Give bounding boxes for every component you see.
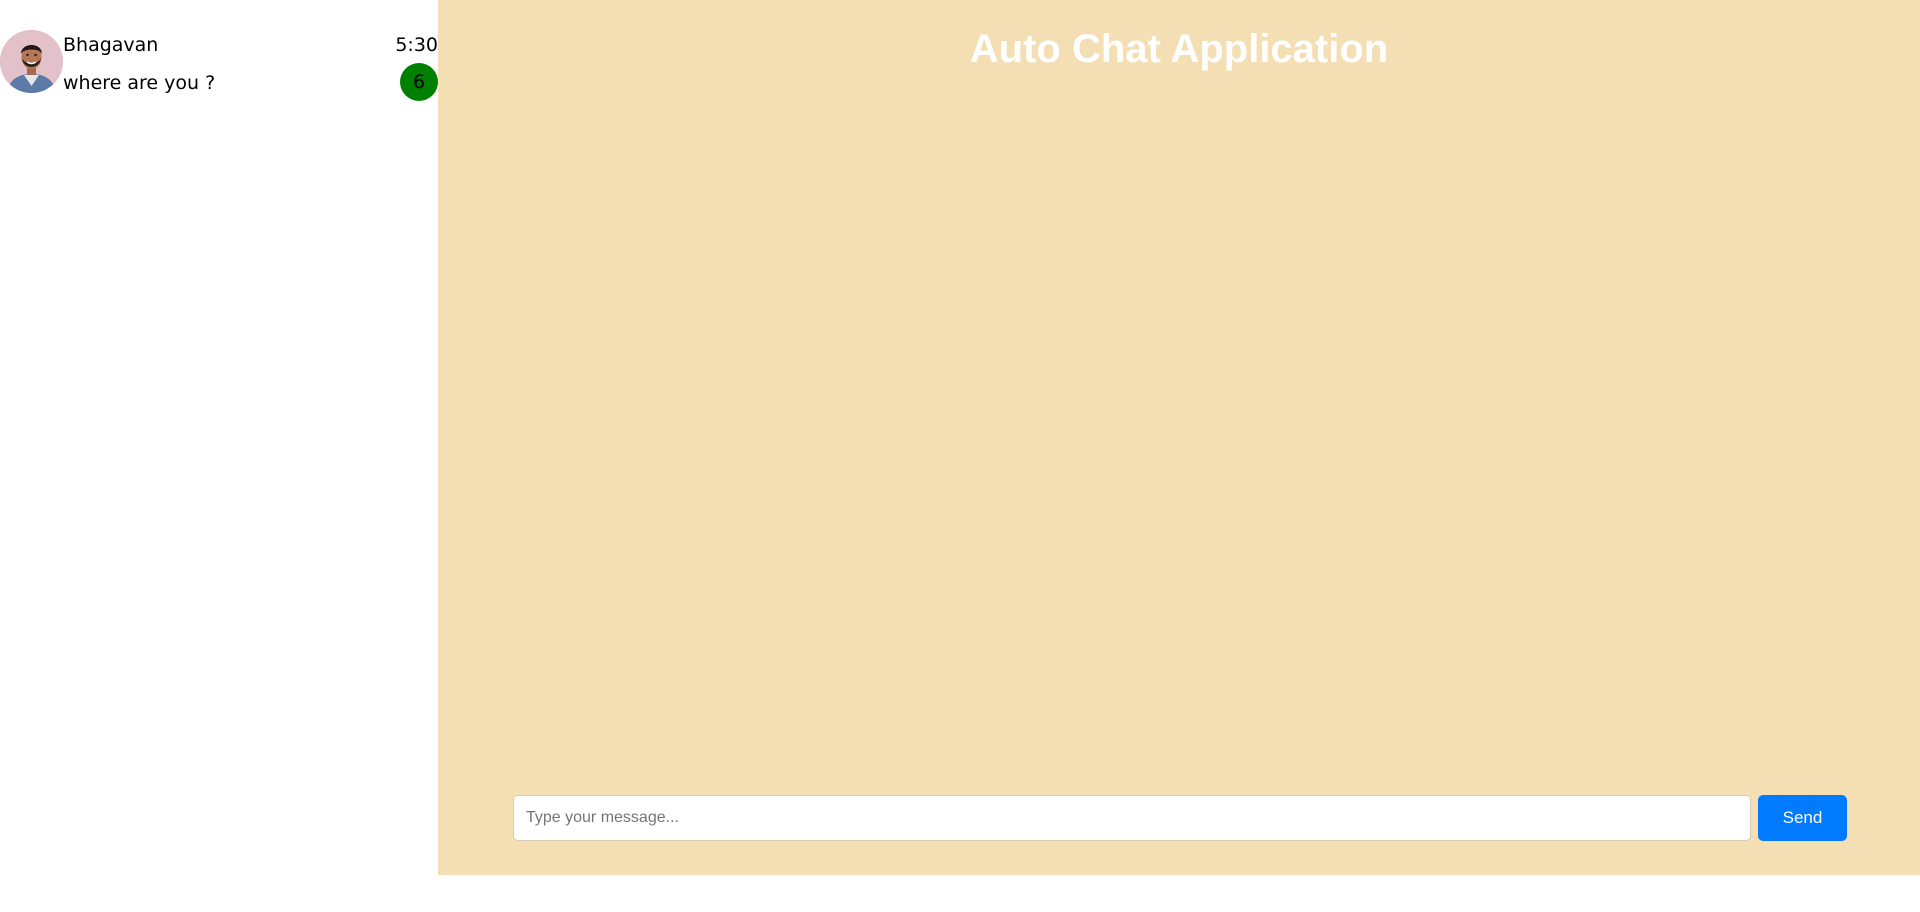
message-input[interactable] <box>513 795 1751 841</box>
chat-last-message: where are you ? <box>63 72 216 94</box>
page-title: Auto Chat Application <box>969 27 1389 71</box>
unread-count-badge: 6 <box>400 63 438 101</box>
chat-main-panel: Auto Chat Application Send <box>438 0 1920 875</box>
chat-app: Bhagavan 5:30 where are you ? 6 Auto Cha… <box>0 0 1920 912</box>
chat-contact-name: Bhagavan <box>63 34 159 56</box>
chat-list-sidebar: Bhagavan 5:30 where are you ? 6 <box>0 0 438 875</box>
message-composer: Send <box>513 795 1847 841</box>
send-button[interactable]: Send <box>1758 795 1847 841</box>
chat-timestamp: 5:30 <box>395 34 438 56</box>
chat-list-item[interactable]: Bhagavan 5:30 where are you ? 6 <box>0 30 438 101</box>
user-avatar <box>0 30 63 93</box>
avatar-photo-icon <box>0 30 63 93</box>
